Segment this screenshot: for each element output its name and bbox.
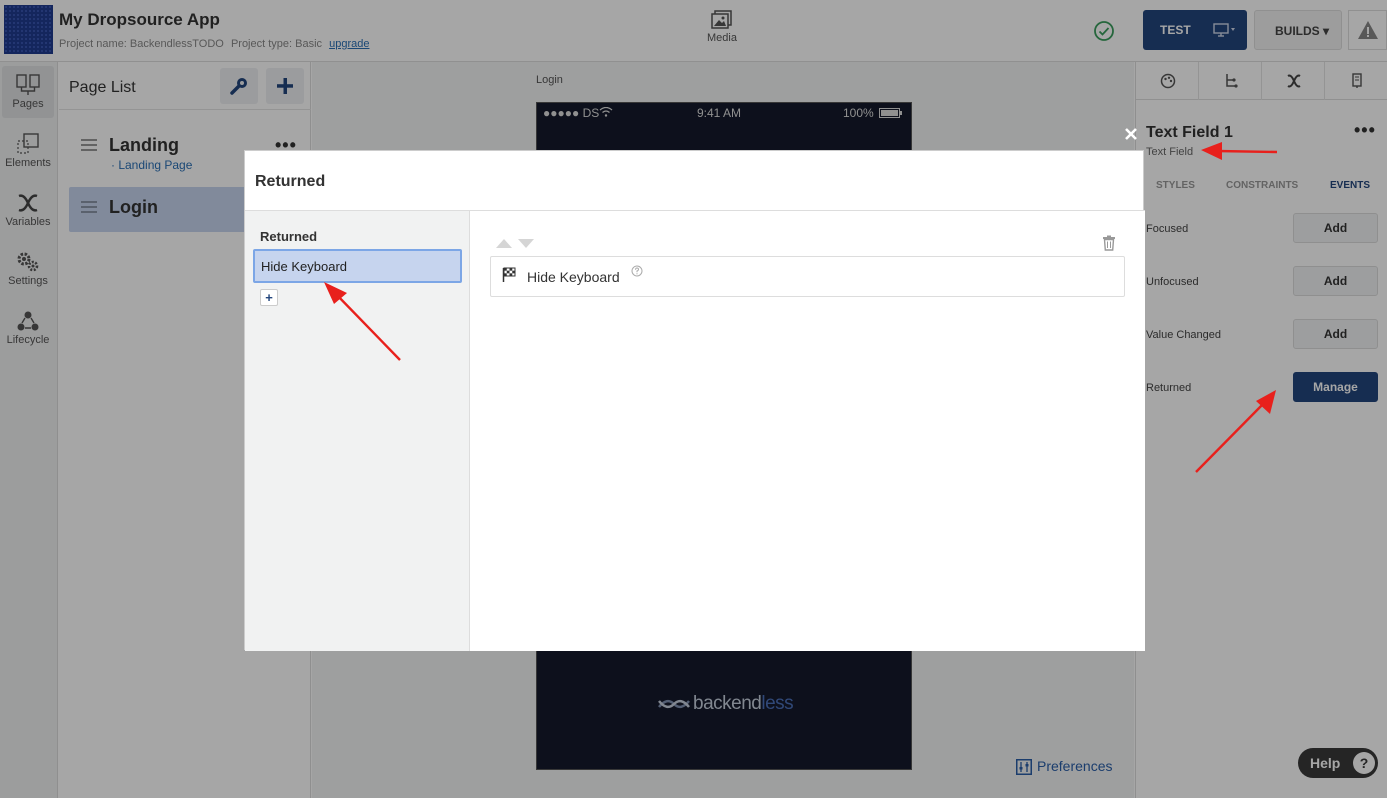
action-row-hide-keyboard[interactable]: Hide Keyboard	[490, 256, 1125, 297]
reorder-arrows-icon[interactable]	[496, 237, 534, 249]
help-circle-icon[interactable]	[631, 265, 643, 277]
returned-event-modal: Returned Returned Hide Keyboard + Hide K…	[244, 150, 1145, 651]
action-list-item-label: Hide Keyboard	[261, 259, 347, 274]
modal-action-list: Returned Hide Keyboard +	[245, 211, 470, 651]
close-icon[interactable]	[1124, 127, 1138, 141]
action-list-item-hide-keyboard[interactable]: Hide Keyboard	[253, 249, 462, 283]
action-label: Hide Keyboard	[527, 269, 620, 285]
add-action-button[interactable]: +	[260, 289, 278, 306]
checkered-flag-icon	[502, 267, 516, 282]
modal-action-detail: Hide Keyboard	[470, 211, 1145, 651]
modal-title: Returned	[255, 173, 326, 190]
modal-header: Returned	[245, 151, 1145, 211]
action-list-title: Returned	[260, 229, 318, 244]
trash-icon[interactable]	[1102, 235, 1116, 251]
